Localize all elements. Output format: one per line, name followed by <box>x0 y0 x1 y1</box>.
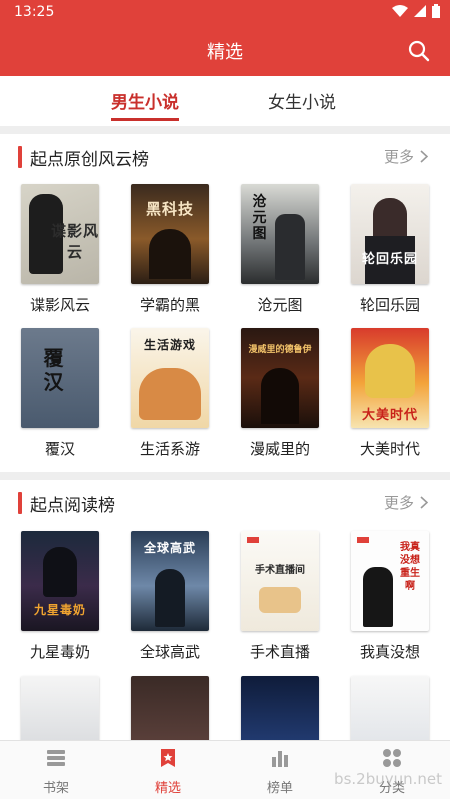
nav-featured[interactable]: 精选 <box>112 747 224 796</box>
section-header-reading: 起点阅读榜 更多 <box>0 483 450 523</box>
cover-title: 轮回乐园 <box>361 252 418 267</box>
cover-title: 大美时代 <box>361 408 418 423</box>
battery-icon <box>432 4 440 18</box>
book-title: 我真没想 <box>359 643 420 661</box>
tab-active-indicator <box>111 118 179 121</box>
book-cover: 生活游戏 <box>131 328 209 428</box>
section-accent-bar <box>18 146 22 168</box>
book-cover: 全球高武 <box>131 531 209 631</box>
section-title: 起点原创风云榜 <box>30 150 149 170</box>
book-cover: 大美时代 <box>351 328 429 428</box>
more-link[interactable]: 更多 <box>384 492 428 513</box>
book-cover: 九星毒奶 <box>21 531 99 631</box>
book-cover: 手术直播间 <box>241 531 319 631</box>
book-card[interactable]: 沧元图 沧元图 <box>235 184 325 315</box>
nav-label: 精选 <box>154 781 181 796</box>
book-cover: 沧元图 <box>241 184 319 284</box>
app-bar: 精选 <box>0 24 450 76</box>
cover-title: 全球高武 <box>143 541 196 555</box>
book-card[interactable]: 生活游戏 生活系游 <box>125 328 215 459</box>
cover-title: 手术直播间 <box>255 565 305 576</box>
book-title: 轮回乐园 <box>359 296 420 314</box>
more-link[interactable]: 更多 <box>384 146 428 167</box>
cover-title: 黑科技 <box>145 200 194 218</box>
book-title: 覆汉 <box>44 440 75 458</box>
book-title: 手术直播 <box>249 643 310 661</box>
book-card[interactable]: 覆汉 覆汉 <box>15 328 105 459</box>
book-card[interactable]: 全球高武 全球高武 <box>125 531 215 662</box>
book-title: 大美时代 <box>359 440 420 458</box>
book-card[interactable]: 谍影风云 谍影风云 <box>15 184 105 315</box>
book-card[interactable]: 漫威里的德鲁伊 漫威里的 <box>235 328 325 459</box>
gender-tabs: 男生小说 女生小说 <box>0 76 450 126</box>
cover-title: 沧元图 <box>252 194 268 242</box>
book-card[interactable]: 我真没想重生啊 我真没想 <box>345 531 435 662</box>
wifi-icon <box>392 5 408 17</box>
section-divider <box>0 126 450 134</box>
book-card[interactable]: 九星毒奶 九星毒奶 <box>15 531 105 662</box>
more-label: 更多 <box>383 148 414 166</box>
categories-icon <box>383 749 401 767</box>
bar-chart-icon <box>272 751 288 767</box>
signal-icon <box>414 5 426 17</box>
tab-male-label: 男生小说 <box>111 93 179 113</box>
bookshelf-icon <box>47 750 65 766</box>
cover-title: 覆汉 <box>43 346 65 394</box>
book-cover: 漫威里的德鲁伊 <box>241 328 319 428</box>
book-cover: 黑科技 <box>131 184 209 284</box>
book-card[interactable]: 黑科技 学霸的黑 <box>125 184 215 315</box>
book-cover: 谍影风云 <box>21 184 99 284</box>
page-title: 精选 <box>207 42 243 63</box>
status-time: 13:25 <box>14 4 55 20</box>
book-title: 沧元图 <box>257 296 303 314</box>
cover-title: 谍影风云 <box>51 222 99 261</box>
watermark: bs.2buyun.net <box>334 770 442 788</box>
book-title: 生活系游 <box>139 440 200 458</box>
cover-title: 我真没想重生啊 <box>400 542 420 592</box>
status-icons <box>392 4 440 18</box>
tab-female-label: 女生小说 <box>268 93 336 113</box>
nav-label: 书架 <box>42 781 69 796</box>
chevron-right-icon <box>420 496 428 509</box>
more-label: 更多 <box>383 494 414 512</box>
book-title: 谍影风云 <box>29 296 90 314</box>
book-title: 九星毒奶 <box>29 643 90 661</box>
book-cover: 轮回乐园 <box>351 184 429 284</box>
cover-title: 九星毒奶 <box>33 603 86 617</box>
book-title: 漫威里的 <box>249 440 310 458</box>
book-cover: 我真没想重生啊 <box>351 531 429 631</box>
book-card[interactable]: 手术直播间 手术直播 <box>235 531 325 662</box>
tab-male[interactable]: 男生小说 <box>111 88 179 121</box>
book-title: 学霸的黑 <box>139 296 200 314</box>
section-accent-bar <box>18 492 22 514</box>
book-card[interactable]: 轮回乐园 轮回乐园 <box>345 184 435 315</box>
section-title: 起点阅读榜 <box>30 496 115 516</box>
search-icon[interactable] <box>408 40 430 62</box>
status-bar: 13:25 <box>0 0 450 24</box>
nav-rankings[interactable]: 榜单 <box>224 747 336 796</box>
book-title: 全球高武 <box>139 643 200 661</box>
featured-icon <box>161 749 175 767</box>
section-header-ranking: 起点原创风云榜 更多 <box>0 137 450 177</box>
cover-title: 漫威里的德鲁伊 <box>248 345 312 355</box>
chevron-right-icon <box>420 150 428 163</box>
cover-title: 生活游戏 <box>143 338 196 352</box>
nav-label: 榜单 <box>266 781 293 796</box>
tab-female[interactable]: 女生小说 <box>268 88 336 113</box>
section-divider <box>0 472 450 480</box>
book-card[interactable]: 大美时代 大美时代 <box>345 328 435 459</box>
book-cover: 覆汉 <box>21 328 99 428</box>
nav-bookshelf[interactable]: 书架 <box>0 747 112 796</box>
